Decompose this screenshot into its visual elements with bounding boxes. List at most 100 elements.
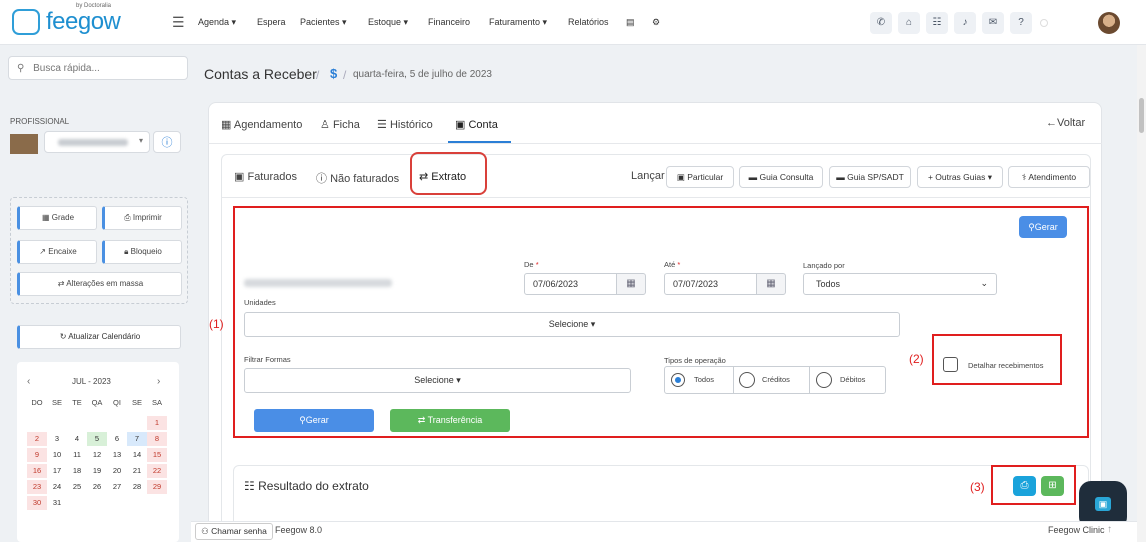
filtrar-formas-select[interactable]: Selecione ▾ [244,368,631,393]
money-icon: ▣ [676,172,685,182]
calendar-day[interactable]: 17 [47,464,67,478]
calendar-day[interactable]: 2 [27,432,47,446]
lancado-por-select[interactable]: Todos ⌄ [803,273,997,295]
calendar-day[interactable]: 25 [67,480,87,494]
menu-espera[interactable]: Espera [257,17,286,27]
settings-icon[interactable]: ⚙ [652,17,660,28]
arrow-up-icon[interactable]: ↑ [1107,524,1112,535]
tab-nao-faturados[interactable]: ⓘ Não faturados [316,170,399,186]
next-month-icon[interactable]: › [157,376,160,387]
hamburger-menu-icon[interactable]: ☰ [172,14,185,31]
help-icon[interactable]: ? [1010,12,1032,34]
calendar-day[interactable]: 23 [27,480,47,494]
gerar-top-button[interactable]: ⚲Gerar [1019,216,1067,238]
bloqueio-button[interactable]: 🔒︎ Bloqueio [102,240,182,264]
calendar-day[interactable]: 6 [107,432,127,446]
calendar-day[interactable]: 15 [147,448,167,462]
calendar-day[interactable]: 11 [67,448,87,462]
calendar-day[interactable]: 4 [67,432,87,446]
imprimir-button[interactable]: ⎙ Imprimir [102,206,182,230]
alteracoes-em-massa-button[interactable]: ⇄ Alterações em massa [17,272,182,296]
outras-guias-button[interactable]: + Outras Guias ▾ [917,166,1003,188]
phone-icon[interactable]: ✆ [870,12,892,34]
calendar-icon[interactable]: ▦ [756,273,786,295]
calendar-day[interactable]: 16 [27,464,47,478]
divider [222,197,1090,198]
menu-estoque[interactable]: Estoque ▾ [368,17,408,28]
user-avatar[interactable] [1098,12,1120,34]
calendar-day[interactable]: 5 [87,432,107,446]
radio-creditos[interactable] [739,372,755,388]
calendar-day[interactable]: 8 [147,432,167,446]
calendar-day[interactable]: 24 [47,480,67,494]
tab-ficha[interactable]: ♙ Ficha [320,118,360,131]
atualizar-calendario-button[interactable]: ↻ Atualizar Calendário [17,325,181,349]
menu-faturamento[interactable]: Faturamento ▾ [489,17,547,28]
calendar-day[interactable]: 20 [107,464,127,478]
calendar-day[interactable]: 9 [27,448,47,462]
database-icon[interactable]: ▤ [626,17,635,28]
radio-todos[interactable] [671,373,685,387]
calendar-day[interactable]: 21 [127,464,147,478]
page-scrollbar-thumb[interactable] [1139,98,1144,133]
calendar-day[interactable]: 27 [107,480,127,494]
encaixe-button[interactable]: ↗ Encaixe [17,240,97,264]
calendar-day[interactable]: 28 [127,480,147,494]
quick-search-input[interactable]: ⚲ Busca rápida... [8,56,188,80]
calendar-day[interactable]: 7 [127,432,147,446]
menu-agenda[interactable]: Agenda ▾ [198,17,236,28]
tab-faturados[interactable]: ▣ Faturados [234,170,297,183]
transferencia-button[interactable]: ⇄ Transferência [390,409,510,432]
prev-month-icon[interactable]: ‹ [27,376,30,387]
calendar-day[interactable]: 1 [147,416,167,430]
calendar-empty-cell [67,496,87,510]
excel-export-button[interactable]: ⊞ [1041,476,1064,496]
task-list-icon[interactable]: ☷ [926,12,948,34]
calendar-day[interactable]: 19 [87,464,107,478]
calendar-day[interactable]: 18 [67,464,87,478]
calendar-day[interactable]: 29 [147,480,167,494]
bell-icon[interactable]: ♪ [954,12,976,34]
guia-sp-sadt-button[interactable]: ▬ Guia SP/SADT [829,166,911,188]
chat-icon[interactable]: ✉ [982,12,1004,34]
calendar-day[interactable]: 12 [87,448,107,462]
calendar-weekday: SE [131,398,142,407]
chamar-senha-button[interactable]: ⚇ Chamar senha [195,523,273,540]
calendar-day[interactable]: 14 [127,448,147,462]
detalhar-recebimentos-checkbox[interactable] [943,357,958,372]
tab-historico[interactable]: ☰ Histórico [377,118,433,131]
menu-financeiro[interactable]: Financeiro [428,17,470,27]
calendar-icon[interactable]: ▦ [616,273,646,295]
guia-consulta-button[interactable]: ▬ Guia Consulta [739,166,823,188]
info-icon[interactable]: ⓘ [153,131,181,153]
de-date-input[interactable]: 07/06/2023 [524,273,619,295]
grade-button[interactable]: ▦ Grade [17,206,97,230]
mini-calendar: ‹ JUL - 2023 › DO SE TE QA QI SE SA 1234567891… [17,362,179,542]
inbox-icon[interactable]: ⌂ [898,12,920,34]
annotation-2: (2) [909,352,924,366]
ate-date-input[interactable]: 07/07/2023 [664,273,759,295]
logo-text[interactable]: feegow [46,8,121,36]
atendimento-button[interactable]: ⚕ Atendimento [1008,166,1090,188]
feegow-logo-icon[interactable] [12,9,40,35]
menu-pacientes[interactable]: Pacientes ▾ [300,17,347,28]
swap-icon: ⇄ [57,279,65,288]
tab-conta[interactable]: ▣ Conta [455,118,498,131]
calendar-day[interactable]: 3 [47,432,67,446]
calendar-empty-cell [87,496,107,510]
unidades-select[interactable]: Selecione ▾ [244,312,900,337]
calendar-day[interactable]: 26 [87,480,107,494]
calendar-day[interactable]: 13 [107,448,127,462]
particular-button[interactable]: ▣ Particular [666,166,734,188]
gerar-button[interactable]: ⚲Gerar [254,409,374,432]
print-button[interactable]: ⎙ [1013,476,1036,496]
voltar-link[interactable]: ←Voltar [1046,117,1085,129]
blurred-text [244,279,392,287]
calendar-day[interactable]: 30 [27,496,47,510]
calendar-day[interactable]: 22 [147,464,167,478]
tab-agendamento[interactable]: ▦ Agendamento [221,118,302,131]
menu-relatorios[interactable]: Relatórios [568,17,609,27]
calendar-day[interactable]: 31 [47,496,67,510]
calendar-day[interactable]: 10 [47,448,67,462]
radio-debitos[interactable] [816,372,832,388]
